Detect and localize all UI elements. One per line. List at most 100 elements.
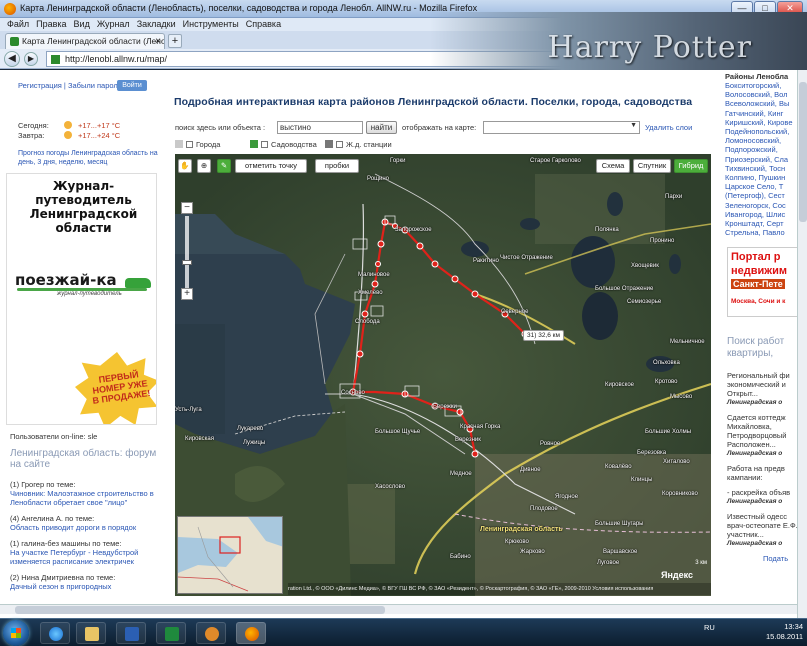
district-link[interactable]: Зеленогорск, Сос [725, 201, 797, 210]
back-button[interactable]: ◀ [4, 51, 20, 67]
filter-railway[interactable]: Ж.д. станции [325, 140, 392, 149]
hybrid-view-button[interactable]: Гибрид [674, 159, 708, 173]
language-indicator[interactable]: RU [704, 623, 715, 632]
search-box[interactable]: Google ⌕ [612, 51, 777, 67]
menu-history[interactable]: Журнал [97, 18, 130, 31]
menu-bookmarks[interactable]: Закладки [137, 18, 176, 31]
new-tab-button[interactable]: + [168, 34, 182, 48]
map-place-label: Большое Щучье [375, 429, 421, 435]
hand-tool-button[interactable]: ✋ [178, 159, 192, 173]
news-text[interactable]: - раскрейка объяв [727, 488, 797, 497]
news-text[interactable]: Сдается коттедж Михайловка, Петродворцов… [727, 413, 797, 449]
layer-select[interactable]: ▼ [483, 121, 640, 134]
district-link[interactable]: Гатчинский, Кинг [725, 109, 797, 118]
forward-button[interactable]: ▶ [24, 52, 38, 66]
post-ad-link[interactable]: Подать [763, 554, 797, 563]
menu-edit[interactable]: Правка [36, 18, 66, 31]
horizontal-scrollbar[interactable] [0, 604, 797, 614]
realty-portal-ad[interactable]: Портал р недвижим Санкт-Пете Москва, Соч… [727, 247, 797, 317]
minimize-button[interactable]: — [731, 1, 753, 16]
zoom-track[interactable] [185, 216, 189, 288]
window-titlebar[interactable]: Карта Ленинградской области (Ленобласть)… [0, 0, 807, 18]
journal-ad[interactable]: Журнал-путеводитель Ленинградской област… [6, 173, 157, 425]
district-link[interactable]: Колпино, Пушкин [725, 173, 797, 182]
filter-label: Ж.д. станции [346, 140, 392, 149]
excel-taskbar-icon[interactable] [156, 622, 186, 644]
windows-logo-icon [11, 628, 21, 638]
forum-topic-link[interactable]: Дачный сезон в пригородных [10, 582, 160, 591]
portal-line-1: Портал р [731, 251, 781, 263]
maximize-button[interactable]: □ [754, 1, 776, 16]
forum-topic-link[interactable]: Область приводит дороги в порядок [10, 523, 160, 532]
district-link[interactable]: Ломоносовский, [725, 136, 797, 145]
zoom-in-button[interactable]: + [181, 288, 193, 300]
checkbox[interactable] [336, 141, 343, 148]
register-link[interactable]: Регистрация | Забыли пароль? [18, 81, 126, 90]
zoom-slider-handle[interactable] [182, 260, 192, 265]
start-button[interactable] [3, 620, 29, 646]
forum-title[interactable]: Ленинградская область: форум на сайте [10, 448, 160, 470]
tab-map[interactable]: Карта Ленинградской области (Лено... × [5, 33, 165, 49]
filter-cities[interactable]: Города [175, 140, 220, 149]
zoom-control[interactable]: − + [181, 202, 193, 302]
tab-close-icon[interactable]: × [155, 34, 161, 49]
ruler-tool-button[interactable]: ✎ [217, 159, 231, 173]
outlook-taskbar-icon[interactable] [196, 622, 226, 644]
scrollbar-thumb[interactable] [15, 606, 385, 614]
word-taskbar-icon[interactable] [116, 622, 146, 644]
bookmark-star-icon[interactable]: ☆ ▾ ↻ [576, 52, 601, 66]
filter-gardens[interactable]: Садоводства [250, 140, 317, 149]
checkbox[interactable] [261, 141, 268, 148]
district-link[interactable]: Стрельна, Павло [725, 228, 797, 237]
find-button[interactable]: найти [366, 121, 397, 134]
district-link[interactable]: Ивангород, Шлис [725, 210, 797, 219]
menu-file[interactable]: Файл [7, 18, 29, 31]
news-text[interactable]: Известный одесс врач-остеопате Е.Ф. учас… [727, 512, 797, 539]
ie-taskbar-icon[interactable] [40, 622, 70, 644]
district-link[interactable]: Подпорожский, [725, 145, 797, 154]
traffic-button[interactable]: пробки [315, 159, 359, 173]
forum-topic-link[interactable]: Чиновник: Малоэтажное строительство в Ле… [10, 489, 160, 507]
district-link[interactable]: Подейнопольский, [725, 127, 797, 136]
vertical-scrollbar[interactable] [797, 70, 807, 618]
news-source: Ленинградская о [727, 399, 783, 406]
map-place-label: Хвощевик [631, 263, 659, 269]
satellite-map[interactable]: ✋ ⊕ ✎ отметить точку пробки Схема Спутни… [175, 154, 711, 596]
explorer-taskbar-icon[interactable] [76, 622, 106, 644]
clock[interactable]: 13:34 15.08.2011 [755, 622, 803, 642]
district-link[interactable]: Тихвинский, Тосн [725, 164, 797, 173]
satellite-view-button[interactable]: Спутник [633, 159, 671, 173]
scheme-view-button[interactable]: Схема [596, 159, 630, 173]
search-magnifier-icon[interactable]: ⌕ [767, 52, 772, 66]
overview-minimap[interactable] [177, 516, 283, 594]
mark-point-button[interactable]: отметить точку [235, 159, 307, 173]
news-text[interactable]: Региональный фи экономический и Открыт..… [727, 371, 797, 398]
checkbox[interactable] [186, 141, 193, 148]
close-button[interactable]: ✕ [777, 1, 803, 16]
login-button[interactable]: Войти [117, 80, 147, 91]
scrollbar-thumb[interactable] [799, 82, 807, 222]
menu-help[interactable]: Справка [246, 18, 281, 31]
magnifier-tool-button[interactable]: ⊕ [197, 159, 211, 173]
district-link[interactable]: Царское Село, Т [725, 182, 797, 191]
menu-tools[interactable]: Инструменты [183, 18, 239, 31]
district-link[interactable]: Кронштадт, Серт [725, 219, 797, 228]
forecast-link[interactable]: Прогноз погоды Ленинградская область на … [18, 149, 158, 167]
district-link[interactable]: Киришский, Кирове [725, 118, 797, 127]
forum-topic-link[interactable]: На участке Петербург - Невдубстрой измен… [10, 548, 160, 566]
delete-layers-link[interactable]: Удалить слои [645, 123, 692, 132]
news-text[interactable]: Работа на предв кампании: [727, 464, 797, 482]
url-bar[interactable]: http://lenobl.allnw.ru/map/ ☆ ▾ ↻ [46, 51, 606, 67]
district-link[interactable]: Приозерский, Сла [725, 155, 797, 164]
place-search-input[interactable]: выстино [277, 121, 363, 134]
menu-view[interactable]: Вид [74, 18, 90, 31]
portal-line-2: недвижим [731, 265, 787, 277]
zoom-out-button[interactable]: − [181, 202, 193, 214]
district-link[interactable]: Всеволожский, Вы [725, 99, 797, 108]
job-search-header[interactable]: Поиск работ квартиры, [727, 336, 797, 360]
district-link[interactable]: Волосовский, Вол [725, 90, 797, 99]
district-link[interactable]: (Петергоф), Сест [725, 191, 797, 200]
menu-bar: Файл Правка Вид Журнал Закладки Инструменты Сп… [0, 18, 807, 31]
firefox-taskbar-icon[interactable] [236, 622, 266, 644]
district-link[interactable]: Бокситогорский, [725, 81, 797, 90]
